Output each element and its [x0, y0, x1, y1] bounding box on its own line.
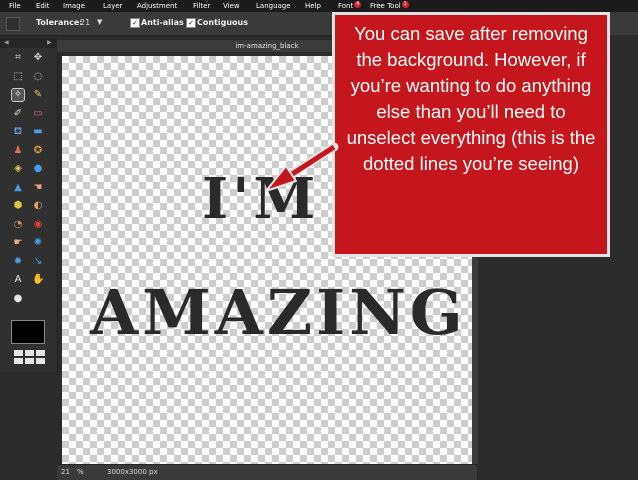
- callout-arrow-icon: [265, 142, 339, 192]
